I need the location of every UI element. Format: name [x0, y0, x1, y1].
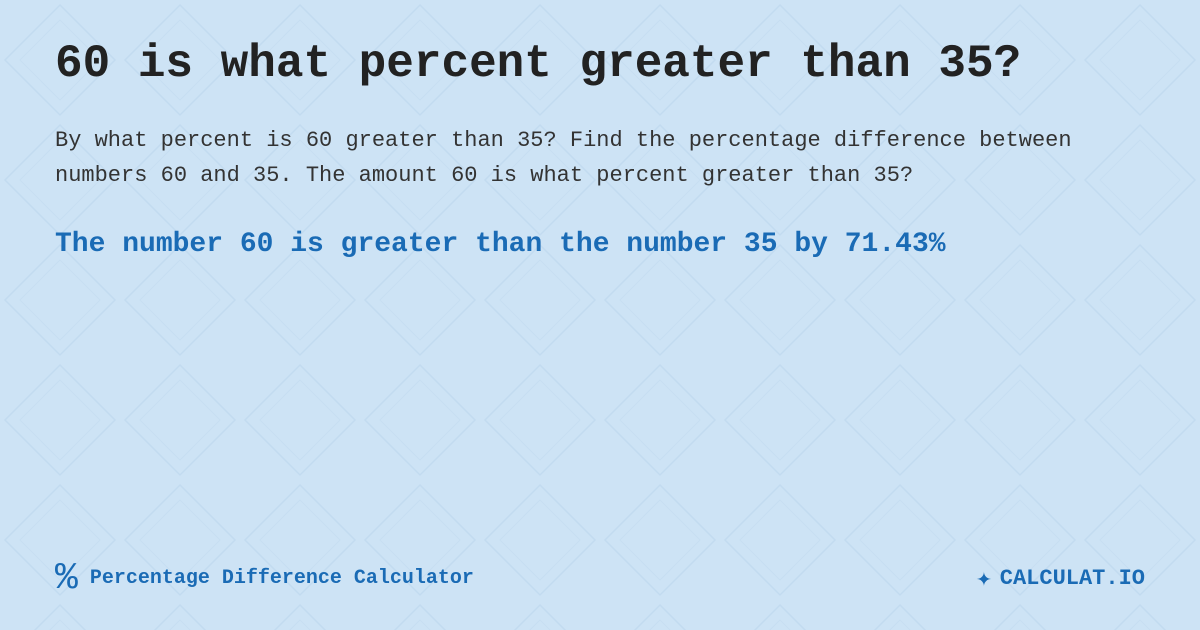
footer-left: % Percentage Difference Calculator — [55, 557, 474, 600]
page-content: 60 is what percent greater than 35? By w… — [0, 0, 1200, 630]
footer-right: ✦ CALCULAT.IO — [976, 563, 1145, 594]
footer: % Percentage Difference Calculator ✦ CAL… — [55, 547, 1145, 600]
calculat-logo: CALCULAT.IO — [1000, 566, 1145, 591]
percent-icon: % — [55, 557, 78, 600]
result-text: The number 60 is greater than the number… — [55, 225, 1145, 264]
footer-label: Percentage Difference Calculator — [90, 567, 474, 590]
page-title: 60 is what percent greater than 35? — [55, 38, 1145, 91]
logo-icon: ✦ — [976, 563, 992, 594]
description-text: By what percent is 60 greater than 35? F… — [55, 123, 1145, 193]
